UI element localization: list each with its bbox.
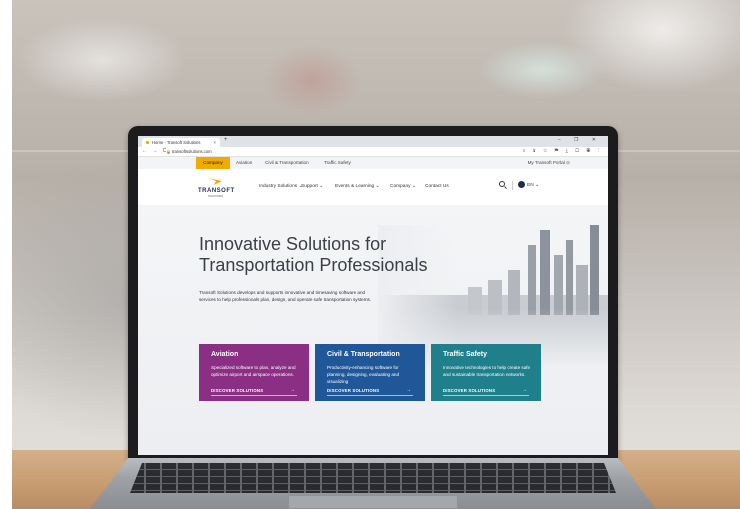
laptop-trackpad	[288, 495, 458, 509]
header-divider	[512, 181, 513, 190]
card-text: Productivity-enhancing software for plan…	[327, 365, 400, 384]
discover-solutions-link[interactable]: DISCOVER SOLUTIONS	[327, 388, 379, 393]
tab-title: Home - Transoft Solutions	[152, 140, 201, 145]
portal-link[interactable]: My Transoft Portal ⊙	[528, 157, 570, 169]
nav-industry-solutions[interactable]: Industry Solutions ⌄	[259, 184, 302, 189]
new-tab-icon[interactable]: +	[224, 137, 228, 143]
card-underline	[211, 395, 297, 396]
lock-icon: 🔒	[166, 149, 171, 154]
laptop-screen: Home - Transoft Solutions × + – ❐ ✕ ← → …	[138, 136, 608, 455]
arrow-right-icon[interactable]: →	[406, 387, 411, 393]
logo-subtitle: SOLUTIONS	[208, 195, 223, 198]
nav-events-learning[interactable]: Events & Learning ⌄	[335, 184, 380, 189]
arrow-right-icon[interactable]: →	[290, 387, 295, 393]
hero-title-line-1: Innovative Solutions for	[199, 234, 387, 254]
browser-tab-bar: Home - Transoft Solutions × + – ❐ ✕	[138, 136, 608, 147]
discover-solutions-link[interactable]: DISCOVER SOLUTIONS	[443, 388, 495, 393]
browser-tab[interactable]: Home - Transoft Solutions ×	[142, 138, 220, 147]
card-aviation[interactable]: Aviation Specialized software to plan, a…	[199, 344, 309, 401]
card-title: Traffic Safety	[443, 351, 487, 358]
card-traffic-safety[interactable]: Traffic Safety Innovative technologies t…	[431, 344, 541, 401]
discover-solutions-link[interactable]: DISCOVER SOLUTIONS	[211, 388, 263, 393]
nav-support[interactable]: Support ⌄	[301, 184, 323, 189]
browser-address-bar: ← → C 🔒 transoftsolutions.com ⌕ ⇪ ☆ ⚑ ⤓ …	[138, 147, 608, 157]
card-text: Specialized software to plan, analyze an…	[211, 365, 296, 377]
transoft-logo-icon[interactable]	[208, 178, 222, 185]
site-header: TRANSOFT SOLUTIONS Industry Solutions ⌄ …	[138, 169, 608, 205]
arrow-right-icon[interactable]: →	[522, 387, 527, 393]
browser-extension-icons[interactable]: ⌕ ⇪ ☆ ⚑ ⤓ ▢ ◉ ⋮	[523, 148, 602, 154]
browser-nav-buttons[interactable]: ← → C	[142, 148, 168, 154]
util-link-civil-transportation[interactable]: Civil & Transportation	[265, 157, 309, 169]
util-link-aviation[interactable]: Aviation	[236, 157, 252, 169]
keyboard-rows	[130, 463, 616, 493]
search-icon[interactable]	[499, 181, 505, 187]
hero-section: Innovative Solutions for Transportation …	[138, 205, 608, 455]
util-link-company[interactable]: Company	[196, 157, 230, 169]
hero-description: Transoft Solutions develops and supports…	[199, 290, 372, 302]
card-underline	[327, 395, 413, 396]
hero-title: Innovative Solutions for Transportation …	[199, 234, 499, 276]
hero-title-line-2: Transportation Professionals	[199, 255, 428, 275]
window-controls[interactable]: – ❐ ✕	[558, 137, 602, 143]
nav-contact-us[interactable]: Contact Us	[425, 184, 449, 189]
favicon-icon	[146, 141, 149, 144]
util-link-traffic-safety[interactable]: Traffic Safety	[324, 157, 351, 169]
globe-icon[interactable]	[518, 181, 525, 188]
card-title: Civil & Transportation	[327, 351, 400, 358]
language-selector[interactable]: EN ⌄	[527, 183, 539, 188]
card-title: Aviation	[211, 351, 239, 358]
logo-wordmark[interactable]: TRANSOFT	[198, 188, 235, 194]
site-utility-bar: Company Aviation Civil & Transportation …	[138, 157, 608, 169]
card-text: Innovative technologies to help create s…	[443, 365, 531, 377]
card-underline	[443, 395, 529, 396]
tab-close-icon[interactable]: ×	[213, 140, 216, 145]
url-field[interactable]: transoftsolutions.com	[172, 149, 212, 154]
nav-company[interactable]: Company ⌄	[390, 184, 416, 189]
card-civil-transportation[interactable]: Civil & Transportation Productivity-enha…	[315, 344, 425, 401]
